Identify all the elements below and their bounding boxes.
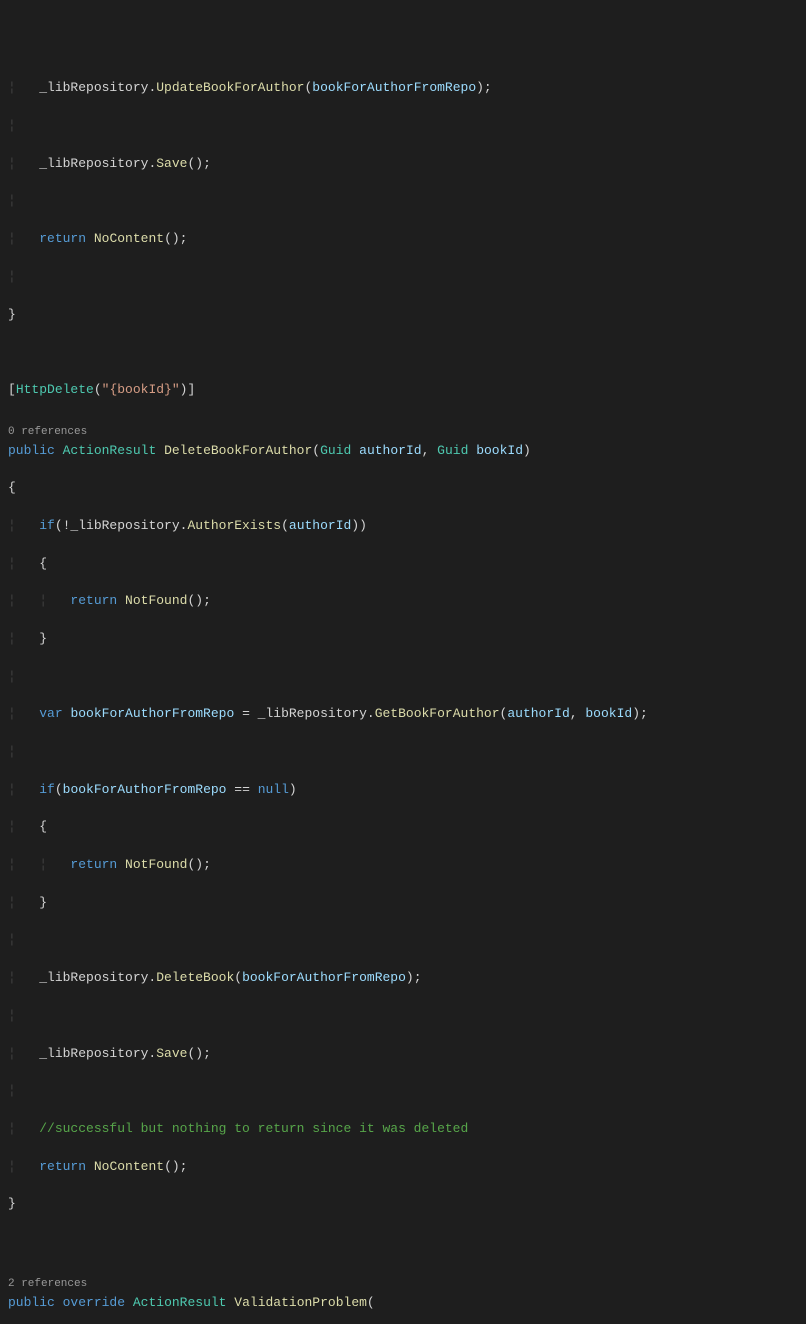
code-editor[interactable]: ¦ _libRepository.UpdateBookForAuthor(boo… <box>8 79 798 1324</box>
code-line: ¦ { <box>8 818 798 837</box>
code-line: ¦ return NoContent(); <box>8 230 798 249</box>
code-line: ¦ <box>8 743 798 762</box>
code-line: ¦ if(!_libRepository.AuthorExists(author… <box>8 517 798 536</box>
code-line: [HttpDelete("{bookId}")] <box>8 381 798 400</box>
code-line: public override ActionResult ValidationP… <box>8 1294 798 1313</box>
code-line: ¦ <box>8 1007 798 1026</box>
code-line: { <box>8 479 798 498</box>
code-line: ¦ <box>8 1082 798 1101</box>
code-line: ¦ { <box>8 555 798 574</box>
code-line: ¦ <box>8 668 798 687</box>
codelens[interactable]: 0 references <box>8 425 798 441</box>
code-line: ¦ _libRepository.Save(); <box>8 155 798 174</box>
codelens[interactable]: 2 references <box>8 1277 798 1293</box>
code-line <box>8 1233 798 1252</box>
code-line: ¦ ¦ return NotFound(); <box>8 856 798 875</box>
code-line: ¦ <box>8 931 798 950</box>
code-line: ¦ <box>8 117 798 136</box>
code-line: ¦ <box>8 192 798 211</box>
code-line: ¦ } <box>8 894 798 913</box>
code-line: ¦ _libRepository.UpdateBookForAuthor(boo… <box>8 79 798 98</box>
code-line: ¦ return NoContent(); <box>8 1158 798 1177</box>
code-line: ¦ if(bookForAuthorFromRepo == null) <box>8 781 798 800</box>
code-line: ¦ ¦ return NotFound(); <box>8 592 798 611</box>
code-line: ¦ var bookForAuthorFromRepo = _libReposi… <box>8 705 798 724</box>
code-line: public ActionResult DeleteBookForAuthor(… <box>8 442 798 461</box>
code-line: } <box>8 306 798 325</box>
code-line: ¦ //successful but nothing to return sin… <box>8 1120 798 1139</box>
code-line: ¦ _libRepository.Save(); <box>8 1045 798 1064</box>
code-line: ¦ <box>8 268 798 287</box>
code-line: } <box>8 1195 798 1214</box>
code-line <box>8 343 798 362</box>
code-line: ¦ } <box>8 630 798 649</box>
code-line: ¦ _libRepository.DeleteBook(bookForAutho… <box>8 969 798 988</box>
